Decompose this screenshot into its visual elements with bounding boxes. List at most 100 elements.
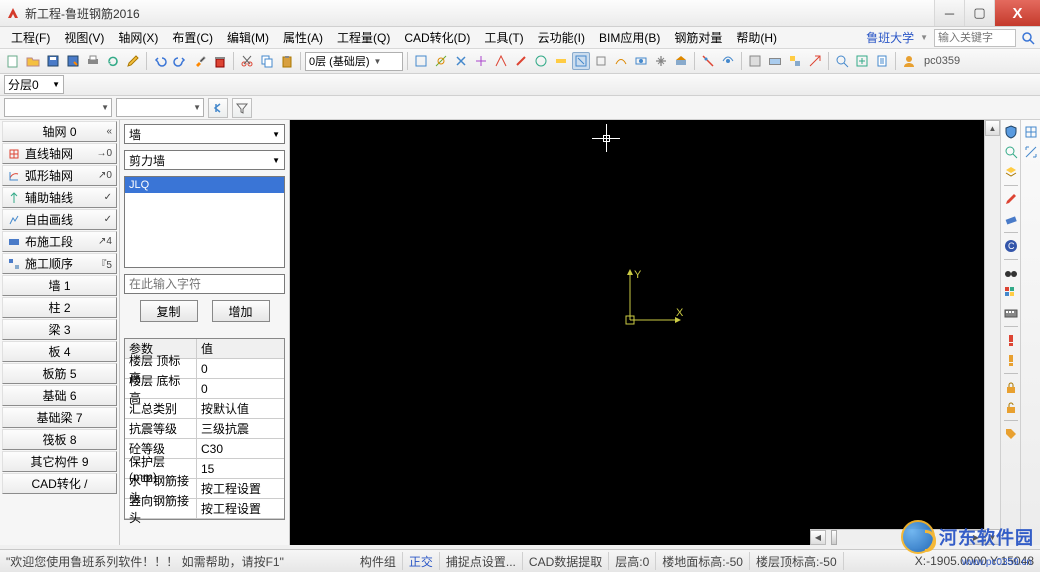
tool-1-icon[interactable] (412, 52, 430, 70)
status-ortho[interactable]: 正交 (403, 552, 440, 570)
menu-layout[interactable]: 布置(C) (165, 27, 220, 48)
rtool-measure-icon[interactable] (1023, 144, 1039, 160)
menu-attr[interactable]: 属性(A) (276, 27, 330, 48)
component-list[interactable]: JLQ (124, 176, 285, 268)
new-icon[interactable] (4, 52, 22, 70)
refresh-icon[interactable] (104, 52, 122, 70)
menu-cloud[interactable]: 云功能(I) (531, 27, 592, 48)
sidebar-item-free-draw[interactable]: 自由画线✓ (2, 209, 117, 230)
save-icon[interactable] (44, 52, 62, 70)
rtool-warn-icon[interactable] (1003, 352, 1019, 368)
cut-icon[interactable] (238, 52, 256, 70)
scroll-up-icon[interactable]: ▲ (985, 120, 1000, 136)
menu-quantity[interactable]: 工程量(Q) (330, 27, 397, 48)
tool-8-icon[interactable] (552, 52, 570, 70)
filter-collapse-icon[interactable] (208, 98, 228, 118)
tool-9-icon[interactable] (572, 52, 590, 70)
rtool-grid-icon[interactable] (1023, 124, 1039, 140)
tool-15-icon[interactable] (699, 52, 717, 70)
component-type-dropdown[interactable]: 墙▼ (124, 124, 285, 144)
sidebar-item-foundation[interactable]: 基础 6 (2, 385, 117, 406)
brush-icon[interactable] (191, 52, 209, 70)
sidebar-item-order[interactable]: 施工顺序『5 (2, 253, 117, 274)
copy-icon[interactable] (258, 52, 276, 70)
tool-14-icon[interactable] (672, 52, 690, 70)
tool-18-icon[interactable] (766, 52, 784, 70)
sidebar-item-wall[interactable]: 墙 1 (2, 275, 117, 296)
menu-cad[interactable]: CAD转化(D) (397, 27, 477, 48)
filter-combo-1[interactable]: ▼ (4, 98, 112, 117)
tool-20-icon[interactable] (806, 52, 824, 70)
tool-12-icon[interactable] (632, 52, 650, 70)
minimize-button[interactable]: ─ (934, 0, 964, 26)
tool-2-icon[interactable] (432, 52, 450, 70)
redo-icon[interactable] (171, 52, 189, 70)
rtool-c-icon[interactable]: C (1003, 238, 1019, 254)
list-item[interactable]: JLQ (125, 177, 284, 193)
search-input[interactable] (934, 29, 1016, 47)
tool-17-icon[interactable] (746, 52, 764, 70)
rtool-shield-icon[interactable] (1003, 124, 1019, 140)
tool-19-icon[interactable] (786, 52, 804, 70)
tool-10-icon[interactable] (592, 52, 610, 70)
status-cad-extract[interactable]: CAD数据提取 (523, 552, 609, 570)
menu-bim[interactable]: BIM应用(B) (592, 27, 667, 48)
menu-rebar-compare[interactable]: 钢筋对量 (667, 27, 729, 48)
sidebar-item-raft[interactable]: 筏板 8 (2, 429, 117, 450)
dropdown-arrow-icon[interactable]: ▼ (920, 33, 928, 42)
filter-combo-2[interactable]: ▼ (116, 98, 204, 117)
rtool-pencil-icon[interactable] (1003, 191, 1019, 207)
paste-icon[interactable] (278, 52, 296, 70)
rtool-alert-icon[interactable] (1003, 332, 1019, 348)
sidebar-item-slab[interactable]: 板 4 (2, 341, 117, 362)
menu-help[interactable]: 帮助(H) (729, 27, 784, 48)
print-icon[interactable] (84, 52, 102, 70)
rtool-binoculars-icon[interactable] (1003, 265, 1019, 281)
sidebar-item-arc-axis[interactable]: 弧形轴网↗0 (2, 165, 117, 186)
tool-5-icon[interactable] (492, 52, 510, 70)
sidebar-item-other[interactable]: 其它构件 9 (2, 451, 117, 472)
component-subtype-dropdown[interactable]: 剪力墙▼ (124, 150, 285, 170)
tool-21-icon[interactable] (833, 52, 851, 70)
tool-11-icon[interactable] (612, 52, 630, 70)
tool-3-icon[interactable] (452, 52, 470, 70)
rtool-tag-icon[interactable] (1003, 426, 1019, 442)
scroll-left-icon[interactable]: ◀ (810, 530, 826, 545)
menu-file[interactable]: 工程(F) (4, 27, 57, 48)
menu-view[interactable]: 视图(V) (57, 27, 111, 48)
menu-tools[interactable]: 工具(T) (477, 27, 530, 48)
copy-button[interactable]: 复制 (140, 300, 198, 322)
menu-edit[interactable]: 编辑(M) (220, 27, 276, 48)
search-icon[interactable] (1020, 30, 1036, 46)
rtool-layers-icon[interactable] (1003, 164, 1019, 180)
layer-dropdown[interactable]: 0层 (基础层)▼ (305, 52, 403, 71)
link-university[interactable]: 鲁班大学 (860, 29, 920, 46)
status-component-group[interactable]: 构件组 (354, 552, 403, 570)
user-icon[interactable] (900, 52, 918, 70)
sidebar-item-slab-rebar[interactable]: 板筋 5 (2, 363, 117, 384)
tool-7-icon[interactable] (532, 52, 550, 70)
tool-13-icon[interactable] (652, 52, 670, 70)
sidebar-item-foundation-beam[interactable]: 基础梁 7 (2, 407, 117, 428)
tool-23-icon[interactable] (873, 52, 891, 70)
rtool-keyboard-icon[interactable] (1003, 305, 1019, 321)
tool-16-icon[interactable] (719, 52, 737, 70)
close-button[interactable]: X (994, 0, 1040, 26)
sidebar-item-stage[interactable]: 布施工段↗4 (2, 231, 117, 252)
tool-22-icon[interactable] (853, 52, 871, 70)
sidebar-item-line-axis[interactable]: 直线轴网→0 (2, 143, 117, 164)
rtool-erase-icon[interactable] (1003, 211, 1019, 227)
sidebar-item-beam[interactable]: 梁 3 (2, 319, 117, 340)
vertical-scrollbar[interactable]: ▲ ▼ (984, 120, 1000, 545)
sidebar-item-column[interactable]: 柱 2 (2, 297, 117, 318)
filter-funnel-icon[interactable] (232, 98, 252, 118)
sidebar-item-aux-axis[interactable]: 辅助轴线✓ (2, 187, 117, 208)
sidebar-item-axis[interactable]: 轴网 0« (2, 121, 117, 142)
delete-icon[interactable] (211, 52, 229, 70)
edit-icon[interactable] (124, 52, 142, 70)
menu-axis[interactable]: 轴网(X) (111, 27, 165, 48)
rtool-unlock-icon[interactable] (1003, 399, 1019, 415)
floor-dropdown[interactable]: 分层0▼ (4, 75, 64, 94)
tool-4-icon[interactable] (472, 52, 490, 70)
undo-icon[interactable] (151, 52, 169, 70)
